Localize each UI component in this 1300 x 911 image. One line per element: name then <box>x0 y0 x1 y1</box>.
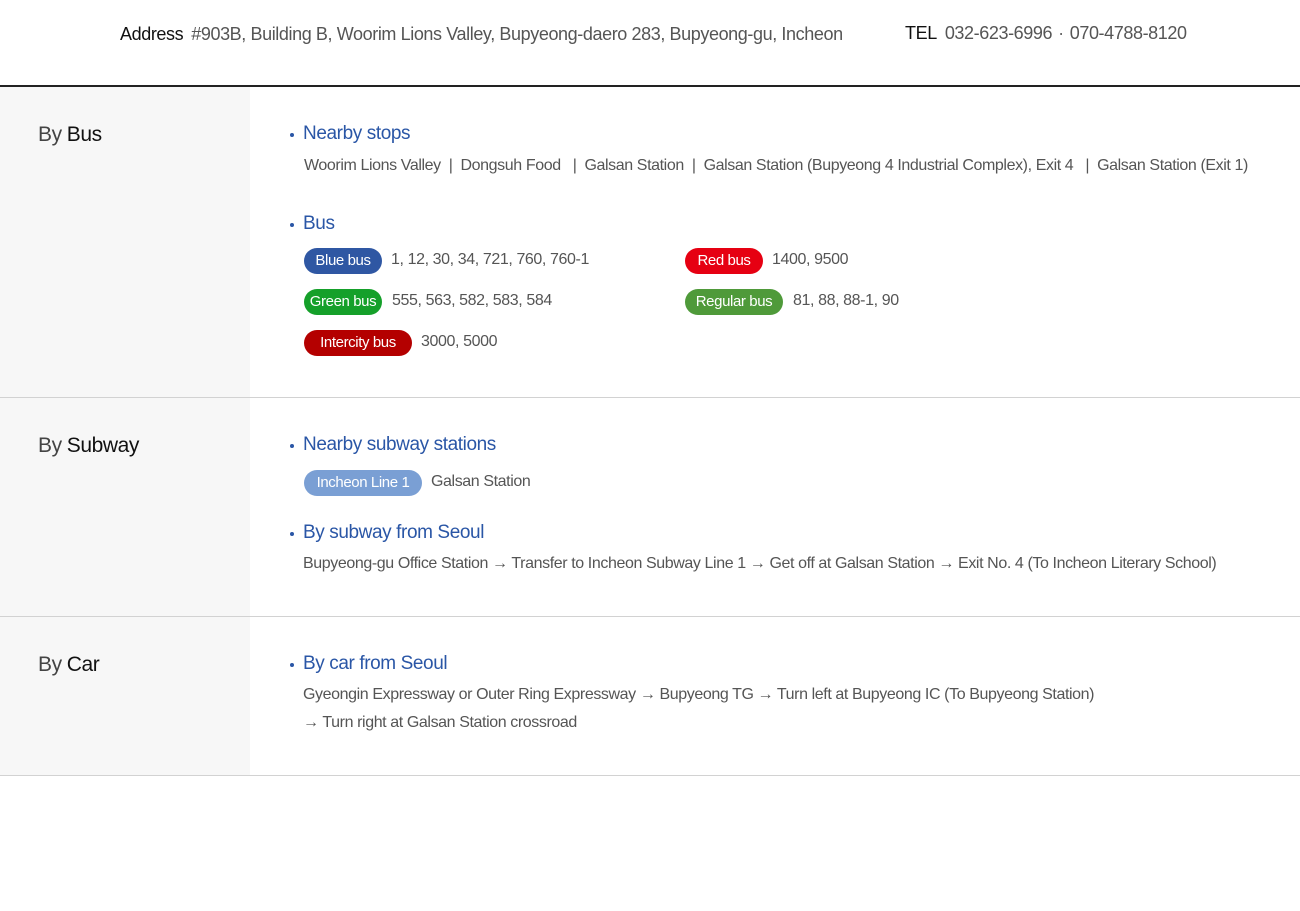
car-from-seoul-heading: By car from Seoul <box>289 653 448 674</box>
telephone: TEL 032-623-6996 · 070-4788-8120 <box>905 23 1187 44</box>
stop-item: Dongsuh Food <box>460 157 562 174</box>
section-bus: By Bus Nearby stops Woorim Lions Valley | D… <box>0 87 1300 398</box>
subway-from-seoul-heading: By subway from Seoul <box>289 522 485 543</box>
address-label: Address <box>120 24 184 44</box>
section-title-car: By Car <box>38 653 100 677</box>
section-title-subway: By Subway <box>38 434 139 458</box>
incheon-line1-badge: Incheon Line 1 <box>304 470 422 496</box>
contact-info-bar: Address #903B, Building B, Woorim Lions V… <box>0 0 1300 87</box>
green-bus-routes: 555, 563, 582, 583, 584 <box>392 292 552 309</box>
title-text: Car <box>66 653 100 676</box>
stop-item: Galsan Station (Bupyeong 4 Industrial Co… <box>703 157 1074 174</box>
nearby-stops-list: Woorim Lions Valley | Dongsuh Food | Galsan … <box>304 157 1248 175</box>
stop-item: Galsan Station <box>584 157 684 174</box>
car-route-line-1: Gyeongin Expressway or Outer Ring Expres… <box>303 686 1095 703</box>
bus-heading: Bus <box>290 213 335 234</box>
stop-separator: | <box>572 157 577 174</box>
section-title-bus: By Bus <box>38 123 102 147</box>
nearby-stations-heading: Nearby subway stations <box>290 434 496 455</box>
intercity-bus-routes: 3000, 5000 <box>421 333 498 350</box>
stop-item: Woorim Lions Valley <box>304 157 441 174</box>
title-text: Subway <box>66 434 140 457</box>
car-route-line-2: → Turn right at Galsan Station crossroad <box>303 714 577 731</box>
red-bus-routes: 1400, 9500 <box>772 251 849 268</box>
tel-number-2[interactable]: 070-4788-8120 <box>1070 23 1187 43</box>
regular-bus-routes: 81, 88, 88-1, 90 <box>793 292 899 309</box>
red-bus-badge: Red bus <box>685 248 763 274</box>
subway-route: Bupyeong-gu Office Station → Transfer to… <box>303 555 1217 572</box>
tel-number-1[interactable]: 032-623-6996 <box>945 23 1053 43</box>
address: Address #903B, Building B, Woorim Lions V… <box>120 24 843 45</box>
section-subway: By Subway Nearby subway stations Incheon … <box>0 398 1300 617</box>
section-car: By Car By car from Seoul Gyeongin Express… <box>0 617 1300 776</box>
by-label: By <box>38 123 62 146</box>
intercity-bus-badge: Intercity bus <box>304 330 412 356</box>
by-label: By <box>38 653 62 676</box>
section-side-subway <box>0 398 250 616</box>
by-label: By <box>38 434 62 457</box>
subway-station-name: Galsan Station <box>431 473 531 490</box>
stop-separator: | <box>691 157 696 174</box>
blue-bus-routes: 1, 12, 30, 34, 721, 760, 760-1 <box>391 251 589 268</box>
title-text: Bus <box>66 123 102 146</box>
stop-item: Galsan Station (Exit 1) <box>1097 157 1248 174</box>
tel-separator: · <box>1058 23 1064 43</box>
tel-label: TEL <box>905 23 937 43</box>
stop-separator: | <box>448 157 453 174</box>
regular-bus-badge: Regular bus <box>685 289 783 315</box>
blue-bus-badge: Blue bus <box>304 248 382 274</box>
nearby-stops-heading: Nearby stops <box>289 123 411 144</box>
green-bus-badge: Green bus <box>304 289 382 315</box>
stop-separator: | <box>1085 157 1090 174</box>
section-side-car <box>0 617 250 775</box>
address-text: #903B, Building B, Woorim Lions Valley, … <box>191 24 843 44</box>
